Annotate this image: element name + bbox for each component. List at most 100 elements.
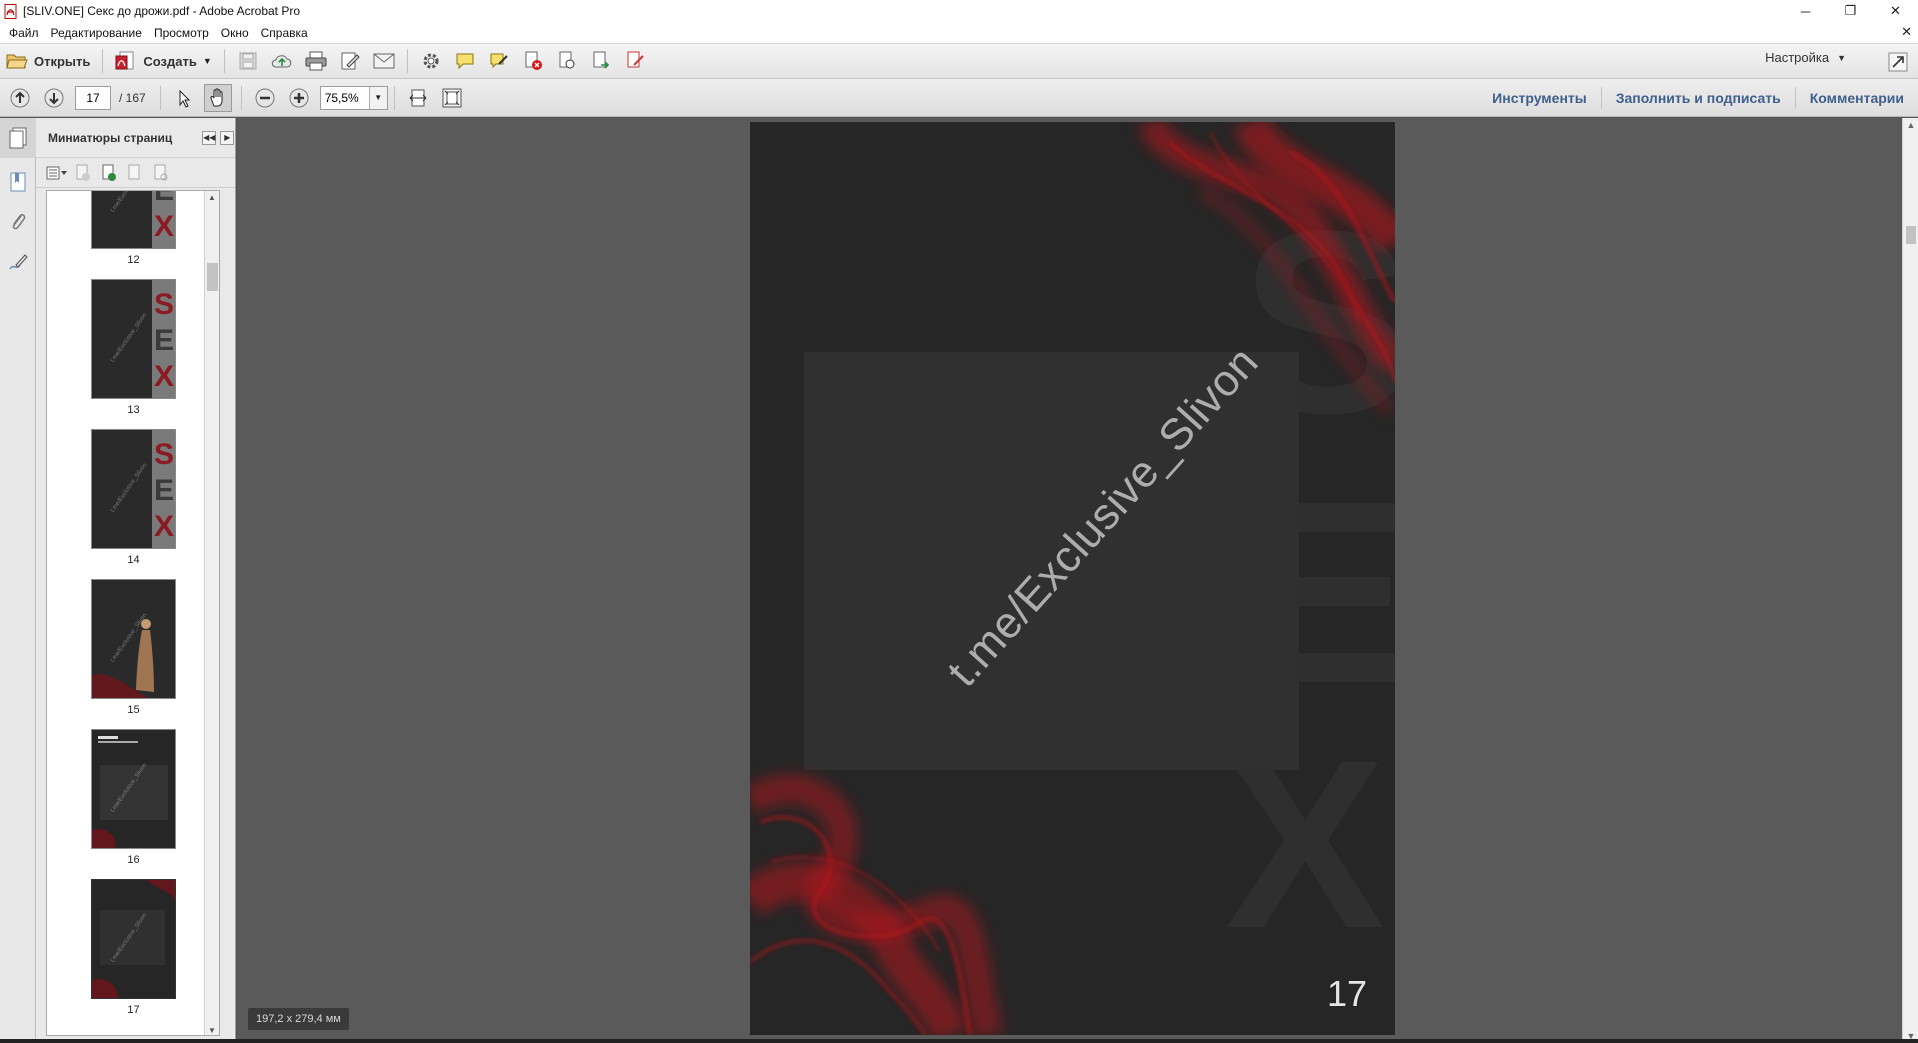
close-window-button[interactable]: ✕: [1873, 0, 1918, 22]
page-size-indicator: 197,2 x 279,4 мм: [248, 1008, 349, 1030]
list-options-icon: [46, 166, 67, 179]
panel-options-button[interactable]: ▶: [220, 130, 235, 145]
toolbar-separator: [159, 85, 161, 110]
thumbnail-panel: Миниатюры страниц ◀◀ ▶ ▲ ▼ E X 12 S E X …: [36, 118, 236, 1043]
settings-button[interactable]: [417, 47, 445, 75]
toolbar-separator: [406, 49, 408, 73]
pdf-page: S E X t.me/Exclusive_Slivon 17: [750, 122, 1395, 1035]
thumbnail-options-button[interactable]: [46, 163, 68, 183]
chevron-down-icon[interactable]: ▼: [368, 86, 387, 109]
zoom-input[interactable]: [320, 86, 369, 109]
pages-icon: [9, 127, 27, 149]
tab-comments[interactable]: Комментарии: [1794, 87, 1918, 109]
page-properties-tool[interactable]: [150, 163, 172, 183]
svg-text:X: X: [154, 360, 174, 393]
menu-file[interactable]: Файл: [3, 26, 45, 40]
page-thumbnail[interactable]: SEXt.me/Exclusive_Slivon: [91, 429, 176, 549]
scroll-up-arrow[interactable]: ▲: [1903, 120, 1918, 130]
page-thumbnail[interactable]: t.me/Exclusive_Slivon: [91, 879, 176, 999]
upload-button[interactable]: [268, 47, 296, 75]
page-thumbnail[interactable]: t.me/Exclusive_Slivon: [91, 729, 176, 849]
expand-button[interactable]: [1884, 48, 1912, 76]
select-tool-button[interactable]: [170, 84, 198, 112]
page-thumbnail[interactable]: SEXt.me/Exclusive_Slivon: [91, 191, 176, 249]
page-thumbnail[interactable]: t.me/Exclusive_Slivon: [91, 579, 176, 699]
sign-button[interactable]: [621, 47, 649, 75]
zoom-in-button[interactable]: [285, 84, 313, 112]
thumbnail-page-number: 13: [127, 404, 140, 416]
full-screen-button[interactable]: [438, 84, 466, 112]
zoom-out-button[interactable]: [251, 84, 279, 112]
folder-open-icon: [6, 54, 28, 69]
bookmark-icon: [10, 172, 26, 192]
document-view[interactable]: S E X t.me/Exclusive_Slivon 17 197,2 x 2…: [237, 118, 1902, 1043]
delete-page-icon: [76, 164, 90, 181]
full-screen-icon: [442, 88, 462, 107]
edit-button[interactable]: [336, 47, 364, 75]
create-pdf-icon: [115, 51, 134, 70]
attachments-tab[interactable]: [0, 202, 36, 242]
page-total: / 167: [119, 90, 146, 105]
scroll-up-arrow[interactable]: ▲: [208, 193, 216, 202]
page-thumbnail[interactable]: SEXt.me/Exclusive_Slivon: [91, 279, 176, 399]
rotate-page-tool[interactable]: [124, 163, 146, 183]
collapse-panel-button[interactable]: ◀◀: [202, 130, 217, 145]
delete-page-tool[interactable]: [72, 163, 94, 183]
highlight-comment-icon: [490, 53, 508, 69]
delete-pages-button[interactable]: [519, 47, 547, 75]
main-toolbar: Открыть Создать ▼ Настройка ▼: [0, 43, 1918, 79]
scrollbar-thumb[interactable]: [1906, 226, 1916, 244]
svg-text:X: X: [154, 210, 174, 243]
document-scrollbar[interactable]: ▲ ▼: [1902, 118, 1918, 1043]
thumbnail-page-number: 12: [127, 254, 140, 266]
thumbnail-list: ▲ ▼ SEXt.me/Exclusive_Slivon12SEXt.me/Ex…: [46, 190, 220, 1036]
scan-button[interactable]: [553, 47, 581, 75]
print-button[interactable]: [302, 47, 330, 75]
tab-tools[interactable]: Инструменты: [1478, 87, 1601, 109]
highlight-button[interactable]: [485, 47, 513, 75]
hand-tool-button[interactable]: [203, 83, 232, 112]
cloud-upload-icon: [271, 55, 292, 68]
fit-width-button[interactable]: [404, 84, 432, 112]
zoom-select[interactable]: ▼: [319, 85, 388, 110]
settings-label: Настройка: [1765, 50, 1830, 65]
save-icon: [239, 52, 257, 70]
thumbnail-artwork: SEX: [152, 191, 175, 248]
sign-document-icon: [627, 51, 644, 68]
thumbnail-artwork: [92, 730, 175, 848]
open-button[interactable]: Открыть: [0, 47, 96, 75]
page-number-label: 17: [1326, 973, 1367, 1014]
thumbnail-panel-title: Миниатюры страниц: [48, 130, 173, 145]
comment-button[interactable]: [451, 47, 479, 75]
arrow-up-circle-icon: [10, 88, 30, 107]
restore-button[interactable]: ❐: [1828, 0, 1873, 22]
settings-dropdown[interactable]: Настройка ▼: [1765, 50, 1846, 65]
save-button[interactable]: [234, 47, 262, 75]
scroll-down-arrow[interactable]: ▼: [208, 1026, 216, 1035]
page-number-input[interactable]: [75, 85, 111, 110]
thumbnail-scrollbar[interactable]: ▲ ▼: [204, 191, 219, 1035]
menu-view[interactable]: Просмотр: [148, 26, 215, 40]
page-thumbnails-tab[interactable]: [0, 118, 36, 158]
scrollbar-thumb[interactable]: [207, 263, 218, 291]
tab-fill-sign[interactable]: Заполнить и подписать: [1600, 87, 1795, 109]
export-button[interactable]: [587, 47, 615, 75]
create-button[interactable]: Создать ▼: [109, 47, 217, 75]
minimize-button[interactable]: ─: [1783, 0, 1828, 22]
envelope-icon: [373, 53, 395, 69]
chevron-down-icon: ▼: [202, 56, 212, 66]
menu-window[interactable]: Окно: [215, 26, 255, 40]
menu-help[interactable]: Справка: [255, 26, 314, 40]
insert-page-tool[interactable]: [98, 163, 120, 183]
menu-edit[interactable]: Редактирование: [45, 26, 148, 40]
next-page-button[interactable]: [40, 84, 68, 112]
svg-text:S: S: [154, 288, 174, 321]
red-smoke-bottom: [750, 774, 1005, 1035]
create-label: Создать: [143, 53, 197, 69]
close-document-button[interactable]: ✕: [1901, 24, 1912, 40]
speech-bubble-icon: [456, 53, 474, 70]
email-button[interactable]: [370, 47, 398, 75]
prev-page-button[interactable]: [6, 84, 34, 112]
signatures-tab[interactable]: [0, 242, 36, 282]
bookmarks-tab[interactable]: [0, 162, 36, 202]
